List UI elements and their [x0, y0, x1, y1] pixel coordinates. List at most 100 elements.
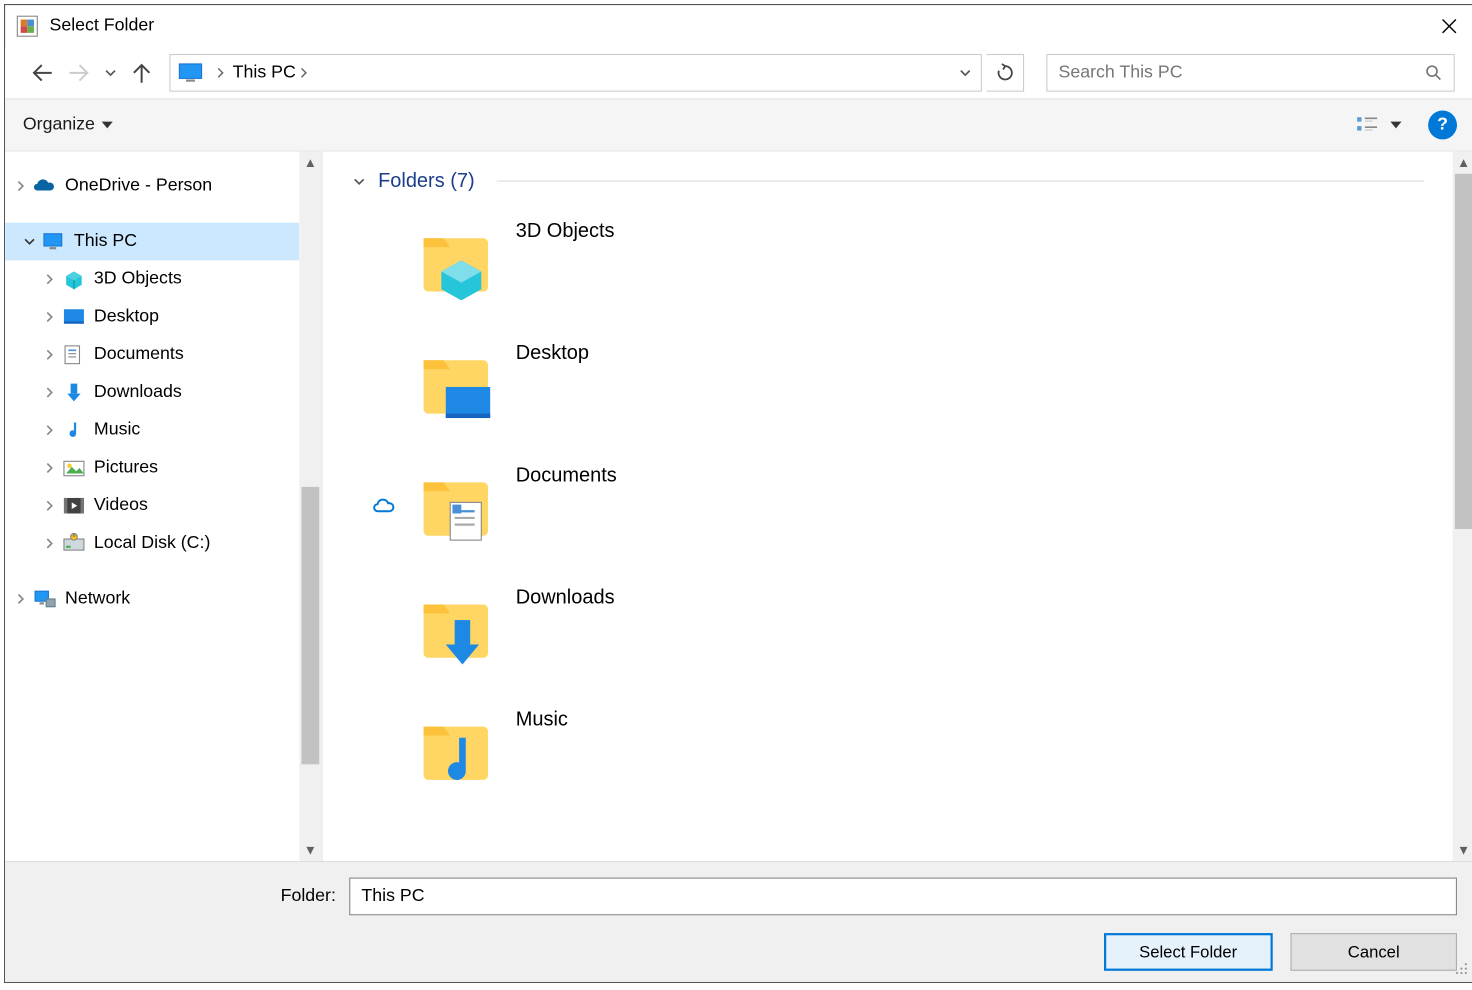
resize-grip-icon[interactable]: [1455, 962, 1468, 975]
folder-name-input[interactable]: [349, 878, 1457, 916]
breadcrumb-item[interactable]: This PC: [230, 63, 298, 83]
tree-expand-icon[interactable]: [41, 499, 59, 512]
folder-item-music[interactable]: Music: [418, 701, 1424, 801]
tree-scrollbar-thumb[interactable]: [301, 487, 319, 765]
documents-icon: [61, 343, 88, 367]
search-icon: [1425, 64, 1443, 82]
recent-locations-button[interactable]: [101, 56, 121, 89]
group-header-folders[interactable]: Folders (7): [351, 169, 1423, 192]
onedrive-icon: [32, 174, 59, 198]
select-folder-dialog: Select Folder This PC: [4, 4, 1472, 983]
content-scrollbar[interactable]: ▲ ▼: [1453, 152, 1472, 861]
tree-expand-icon[interactable]: [41, 424, 59, 437]
folder-label: Documents: [516, 464, 617, 487]
folder-label: Desktop: [516, 341, 589, 364]
folder-item-3d-objects[interactable]: 3D Objects: [418, 213, 1424, 313]
tree-item-label: Pictures: [94, 458, 158, 478]
tree-item-pictures[interactable]: Pictures: [5, 449, 299, 487]
documents-folder-icon: [418, 466, 500, 548]
tree-item-downloads[interactable]: Downloads: [5, 374, 299, 412]
disk-icon: [61, 531, 88, 555]
titlebar: Select Folder: [5, 5, 1472, 47]
back-button[interactable]: [25, 56, 58, 89]
search-input[interactable]: [1059, 63, 1425, 83]
chevron-down-icon: [1390, 119, 1401, 130]
tree-item-documents[interactable]: Documents: [5, 336, 299, 374]
organize-button[interactable]: Organize: [23, 115, 113, 135]
folder-item-downloads[interactable]: Downloads: [418, 579, 1424, 679]
folder-label: Downloads: [516, 586, 615, 609]
tree-item-label: Documents: [94, 345, 184, 365]
tree-item-local-disk-c[interactable]: Local Disk (C:): [5, 525, 299, 563]
tree-expand-icon[interactable]: [12, 179, 30, 192]
refresh-button[interactable]: [986, 54, 1024, 92]
desktop-folder-icon: [418, 344, 500, 426]
tree-item-3d-objects[interactable]: 3D Objects: [5, 260, 299, 298]
tree-item-label: Music: [94, 420, 140, 440]
music-icon: [61, 418, 88, 442]
network-icon: [32, 587, 59, 611]
downloads-icon: [61, 380, 88, 404]
search-box[interactable]: [1046, 54, 1454, 92]
breadcrumb-separator-icon[interactable]: [215, 66, 231, 79]
tree-expand-icon[interactable]: [21, 235, 39, 248]
tree-item-desktop[interactable]: Desktop: [5, 298, 299, 336]
tree-item-label: Desktop: [94, 307, 159, 327]
tree-item-this-pc[interactable]: This PC: [5, 223, 299, 261]
address-history-button[interactable]: [950, 55, 981, 91]
dialog-footer: Folder: Select Folder Cancel: [5, 861, 1472, 982]
close-button[interactable]: [1424, 5, 1472, 47]
3d-icon: [61, 267, 88, 291]
group-header-label: Folders (7): [378, 169, 475, 192]
organize-label: Organize: [23, 115, 95, 135]
tree-expand-icon[interactable]: [41, 310, 59, 323]
chevron-down-icon: [351, 173, 367, 189]
view-options-button[interactable]: [1357, 115, 1401, 135]
videos-icon: [61, 494, 88, 518]
select-folder-button[interactable]: Select Folder: [1104, 933, 1273, 971]
folder-field-label: Folder:: [23, 886, 336, 906]
tree-item-label: Local Disk (C:): [94, 533, 210, 553]
window-title: Select Folder: [50, 16, 155, 36]
tree-item-onedrive-person[interactable]: OneDrive - Person: [5, 167, 299, 205]
tree-item-videos[interactable]: Videos: [5, 487, 299, 525]
folder-item-desktop[interactable]: Desktop: [418, 335, 1424, 435]
tree-item-label: Network: [65, 589, 130, 609]
tree-item-music[interactable]: Music: [5, 411, 299, 449]
tree-item-label: Videos: [94, 496, 148, 516]
tree-item-network[interactable]: Network: [5, 580, 299, 618]
downloads-folder-icon: [418, 588, 500, 670]
navigation-tree: OneDrive - Person This PC 3D Objects Deskto…: [5, 152, 299, 861]
breadcrumb-separator-icon[interactable]: [298, 66, 314, 79]
pictures-icon: [61, 456, 88, 480]
forward-button[interactable]: [63, 56, 96, 89]
3d-folder-icon: [418, 222, 500, 304]
tree-scrollbar[interactable]: ▲ ▼: [299, 152, 321, 861]
cloud-status-icon: [371, 495, 402, 519]
tree-expand-icon[interactable]: [12, 592, 30, 605]
tree-expand-icon[interactable]: [41, 461, 59, 474]
command-bar: Organize ?: [5, 98, 1472, 151]
folder-content: Folders (7) 3D Objects Desktop Documents Do…: [323, 152, 1453, 861]
cancel-button[interactable]: Cancel: [1290, 933, 1457, 971]
address-bar[interactable]: This PC: [169, 54, 982, 92]
tree-expand-icon[interactable]: [41, 386, 59, 399]
tree-expand-icon[interactable]: [41, 537, 59, 550]
tree-item-label: OneDrive - Person: [65, 176, 212, 196]
help-button[interactable]: ?: [1428, 111, 1457, 140]
tree-item-label: This PC: [74, 232, 137, 252]
view-icon: [1357, 115, 1379, 135]
up-button[interactable]: [125, 56, 158, 89]
folder-label: 3D Objects: [516, 219, 615, 242]
folder-item-documents[interactable]: Documents: [418, 457, 1424, 557]
app-icon: [16, 15, 38, 37]
folder-label: Music: [516, 708, 568, 731]
tree-item-label: 3D Objects: [94, 269, 182, 289]
tree-expand-icon[interactable]: [41, 273, 59, 286]
content-scrollbar-thumb[interactable]: [1455, 174, 1472, 529]
pc-icon: [41, 229, 68, 253]
tree-expand-icon[interactable]: [41, 348, 59, 361]
music-folder-icon: [418, 710, 500, 792]
this-pc-icon: [177, 62, 208, 84]
desktop-icon: [61, 305, 88, 329]
